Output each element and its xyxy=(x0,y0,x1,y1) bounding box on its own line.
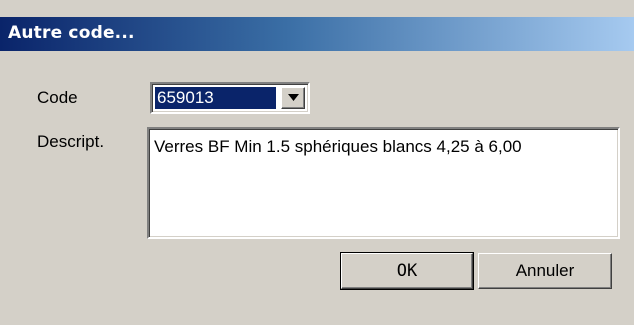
description-field[interactable]: Verres BF Min 1.5 sphériques blancs 4,25… xyxy=(147,127,620,239)
code-dropdown-button[interactable] xyxy=(281,87,305,109)
description-label: Descript. xyxy=(37,132,105,151)
ok-button[interactable]: OK xyxy=(340,252,474,290)
chevron-down-icon xyxy=(288,94,299,101)
cancel-button-label: Annuler xyxy=(515,261,575,280)
window-title: Autre code... xyxy=(8,23,135,43)
code-label: Code xyxy=(37,88,78,107)
description-text: Verres BF Min 1.5 sphériques blancs 4,25… xyxy=(154,137,522,156)
code-selected-value[interactable]: 659013 xyxy=(155,87,276,109)
code-combobox[interactable]: 659013 xyxy=(150,82,310,114)
cancel-button[interactable]: Annuler xyxy=(478,253,612,289)
dialog-window: Autre code... Code 659013 Descript. Verr… xyxy=(0,0,634,325)
ok-button-label: OK xyxy=(396,261,418,281)
title-bar[interactable]: Autre code... xyxy=(0,17,634,51)
